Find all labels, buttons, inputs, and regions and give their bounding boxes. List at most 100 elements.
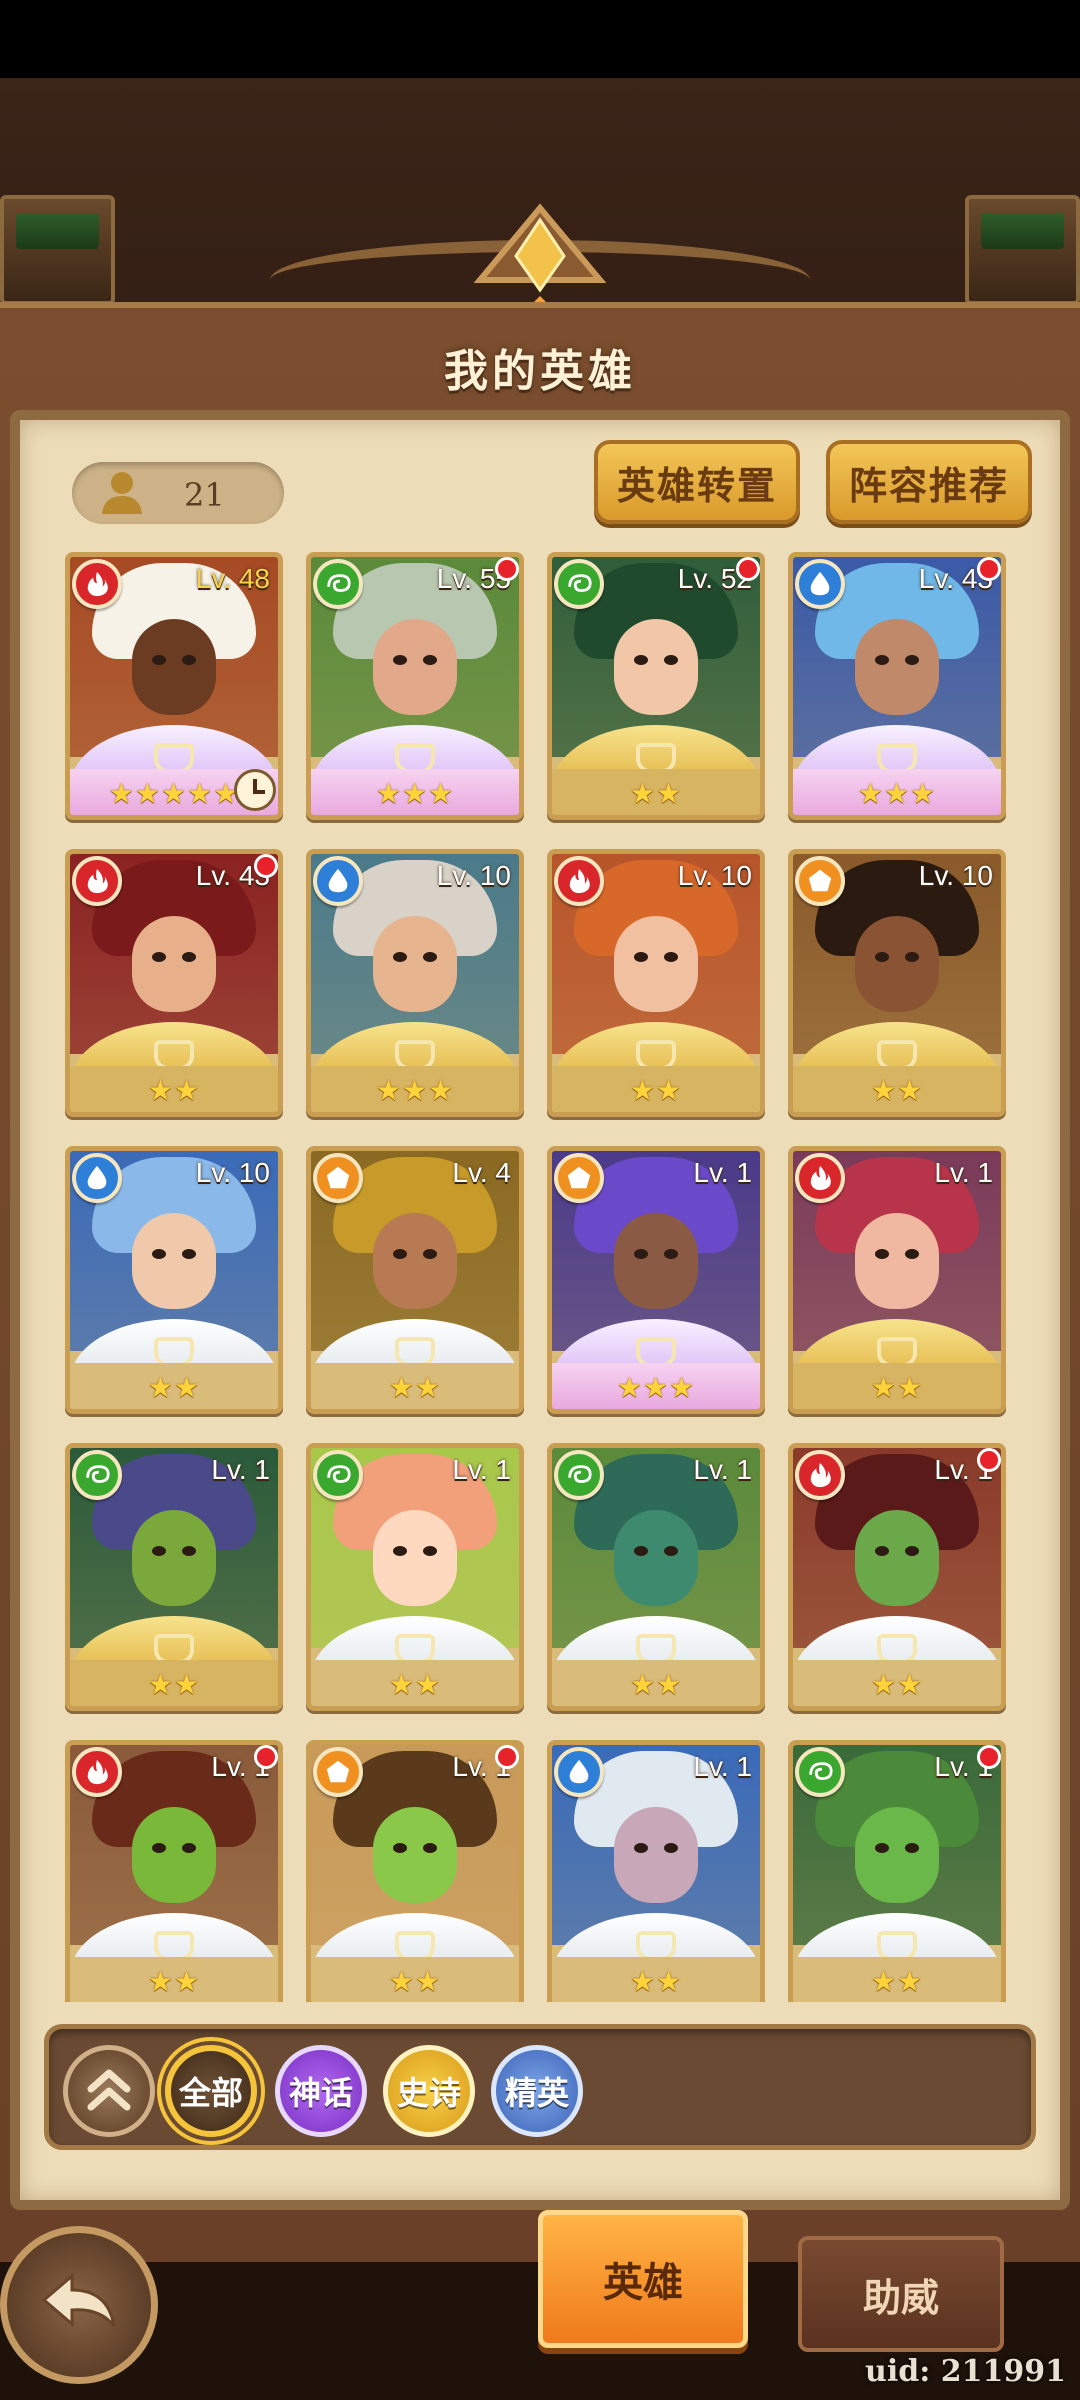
hero-grid: ★★★★★ Lv. 48 ★★★ Lv. 55 ★★ Lv. 52 ★★★ Lv. 43 ★★ L… [65,552,1015,2002]
collapse-button[interactable] [63,2045,155,2137]
hero-eye [664,1843,678,1853]
hero-eye [664,1249,678,1259]
hero-level: Lv. 10 [918,860,993,891]
filter-all[interactable]: 全部 [165,2045,257,2137]
hero-level: Lv. 1 [693,1157,752,1188]
hero-eye [634,1843,648,1853]
filter-epic[interactable]: 史诗 [383,2045,475,2137]
star-rating: ★★★ [375,1075,455,1106]
hero-card[interactable]: ★★ Lv. 4 [306,1146,524,1414]
hero-card[interactable]: ★★ Lv. 1 [547,1443,765,1711]
hero-eye [905,1249,919,1259]
hero-level: Lv. 1 [693,1454,752,1485]
hero-face [855,1510,939,1606]
hero-level: Lv. 10 [677,860,752,891]
hero-card[interactable]: ★★ Lv. 52 [547,552,765,820]
faction-water-icon [554,1747,604,1797]
hero-card[interactable]: ★★★ Lv. 10 [306,849,524,1117]
notification-dot [495,557,519,581]
hero-eye [664,655,678,665]
filter-mythic[interactable]: 神话 [275,2045,367,2137]
faction-earth-icon [313,1747,363,1797]
hero-card[interactable]: ★★★ Lv. 55 [306,552,524,820]
notification-dot [977,1745,1001,1769]
filter-bar: 全部 神话 史诗 精英 [44,2024,1036,2150]
hero-face [132,916,216,1012]
back-button[interactable] [0,2226,158,2384]
hero-level: Lv. 10 [436,860,511,891]
hero-face [373,619,457,715]
hero-card[interactable]: ★★ Lv. 1 [65,1740,283,2002]
hero-level: Lv. 1 [934,1157,993,1188]
star-rating: ★★ [870,1372,924,1403]
hero-eye [182,1249,196,1259]
hero-face [614,1807,698,1903]
hero-eye [152,1249,166,1259]
star-rating: ★★★ [857,778,937,809]
tab-support[interactable]: 助威 [798,2236,1004,2352]
hero-face [132,619,216,715]
hero-eye [393,1546,407,1556]
star-rating: ★★ [629,1669,683,1700]
hero-card[interactable]: ★★★★★ Lv. 48 [65,552,283,820]
faction-earth-icon [554,1153,604,1203]
hero-eye [875,1546,889,1556]
hero-face [132,1510,216,1606]
hero-card[interactable]: ★★ Lv. 1 [788,1443,1006,1711]
hero-card[interactable]: ★★★ Lv. 1 [547,1146,765,1414]
hero-face [132,1213,216,1309]
hero-eye [664,952,678,962]
star-rating: ★★ [870,1669,924,1700]
right-pillar-decoration [965,195,1080,305]
hero-eye [634,1546,648,1556]
filter-elite[interactable]: 精英 [491,2045,583,2137]
hero-level: Lv. 4 [452,1157,511,1188]
hero-eye [905,1546,919,1556]
hero-eye [423,1249,437,1259]
hero-card[interactable]: ★★ Lv. 10 [788,849,1006,1117]
clock-icon [234,769,276,811]
hero-eye [875,655,889,665]
hero-card[interactable]: ★★ Lv. 1 [547,1740,765,2002]
hero-eye [182,1546,196,1556]
hero-transfer-button[interactable]: 英雄转置 [594,440,800,524]
hero-eye [393,1249,407,1259]
star-rating: ★★ [388,1966,442,1997]
faction-fire-icon [72,856,122,906]
star-rating: ★★ [629,778,683,809]
star-rating: ★★ [147,1669,201,1700]
hero-eye [423,1546,437,1556]
faction-nature-icon [313,559,363,609]
lineup-recommend-button[interactable]: 阵容推荐 [826,440,1032,524]
star-rating: ★★★ [616,1372,696,1403]
faction-fire-icon [72,559,122,609]
hero-card[interactable]: ★★ Lv. 1 [306,1443,524,1711]
hero-card[interactable]: ★★ Lv. 43 [65,849,283,1117]
hero-face [373,1213,457,1309]
star-rating: ★★ [147,1075,201,1106]
hero-card[interactable]: ★★ Lv. 10 [65,1146,283,1414]
person-icon [102,472,142,514]
hero-eye [182,655,196,665]
uid-label: uid: 211991 [865,2354,1066,2389]
hero-card[interactable]: ★★ Lv. 1 [788,1146,1006,1414]
hero-card[interactable]: ★★★ Lv. 43 [788,552,1006,820]
hero-eye [634,952,648,962]
tab-heroes[interactable]: 英雄 [538,2210,748,2348]
notification-dot [495,1745,519,1769]
hero-face [855,619,939,715]
faction-nature-icon [554,1450,604,1500]
hero-level: Lv. 1 [693,1751,752,1782]
notification-dot [977,1448,1001,1472]
hero-eye [182,952,196,962]
faction-earth-icon [313,1153,363,1203]
hero-card[interactable]: ★★ Lv. 1 [788,1740,1006,2002]
hero-eye [875,952,889,962]
hero-card[interactable]: ★★ Lv. 1 [306,1740,524,2002]
faction-fire-icon [554,856,604,906]
hero-card[interactable]: ★★ Lv. 10 [547,849,765,1117]
hero-card[interactable]: ★★ Lv. 1 [65,1443,283,1711]
hero-level: Lv. 48 [195,563,270,594]
star-rating: ★★ [870,1075,924,1106]
faction-water-icon [795,559,845,609]
